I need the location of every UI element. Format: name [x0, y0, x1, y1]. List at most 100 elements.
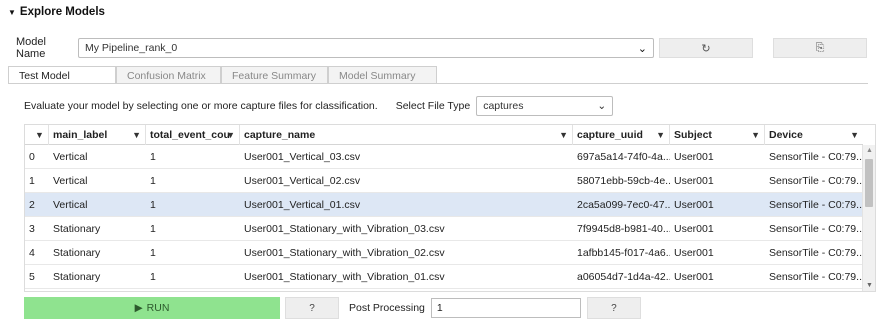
file-type-select[interactable]: captures ⌄ [476, 96, 614, 116]
table-row[interactable]: 2 Vertical 1 User001_Vertical_01.csv 2ca5a09… [25, 193, 863, 217]
cell-subject: User001 [674, 271, 714, 283]
model-row: Model Name My Pipeline_rank_0 ⌄ ↻ ⎘ [8, 36, 868, 60]
cell-total-event-count: 1 [150, 199, 156, 211]
cell-index: 4 [29, 247, 35, 259]
cell-total-event-count: 1 [150, 271, 156, 283]
cell-device: SensorTile - C0:79... [769, 151, 863, 163]
capture-grid: ▼ main_label ▼ total_event_count ▼ captu… [24, 124, 876, 292]
cell-total-event-count: 1 [150, 247, 156, 259]
cell-capture-name: User001_Stationary_with_Vibration_01.csv [244, 271, 445, 283]
col-header-device[interactable]: Device ▼ [765, 125, 863, 145]
vertical-scrollbar[interactable]: ▲ ▼ [862, 145, 875, 291]
cell-main-label: Stationary [53, 271, 101, 283]
scroll-up-icon[interactable]: ▲ [866, 147, 873, 154]
help-button[interactable]: ? [285, 297, 339, 319]
cell-index: 2 [29, 199, 35, 211]
filter-icon[interactable]: ▼ [656, 130, 665, 140]
table-row[interactable]: 5 Stationary 1 User001_Stationary_with_Vibr… [25, 265, 863, 289]
run-label: RUN [146, 302, 170, 314]
cell-device: SensorTile - C0:79... [769, 199, 863, 211]
col-header-main-label[interactable]: main_label ▼ [49, 125, 146, 145]
cell-main-label: Vertical [53, 151, 88, 163]
table-row[interactable]: 0 Vertical 1 User001_Vertical_03.csv 697a5a1… [25, 145, 863, 169]
cell-index: 5 [29, 271, 35, 283]
filter-icon[interactable]: ▼ [132, 130, 141, 140]
cell-main-label: Stationary [53, 247, 101, 259]
col-header-capture-uuid[interactable]: capture_uuid ▼ [573, 125, 670, 145]
play-icon: ▶ [134, 302, 143, 314]
table-row[interactable]: 4 Stationary 1 User001_Stationary_with_Vibr… [25, 241, 863, 265]
file-type-label: Select File Type [395, 100, 471, 112]
cell-total-event-count: 1 [150, 175, 156, 187]
post-processing-input[interactable]: 1 [430, 298, 581, 318]
chevron-down-icon: ⌄ [637, 42, 647, 55]
section-title: Explore Models [19, 6, 105, 18]
copy-button[interactable]: ⎘ [773, 38, 867, 58]
action-row: ▶ RUN ? Post Processing 1 ? [24, 297, 641, 319]
col-header-total-event-count[interactable]: total_event_count ▼ [146, 125, 240, 145]
col-header-subject[interactable]: Subject ▼ [670, 125, 765, 145]
collapse-triangle-icon[interactable]: ▼ [8, 8, 16, 17]
tab-test-model[interactable]: Test Model [8, 66, 116, 84]
cell-capture-uuid: 697a5a14-74f0-4a... [577, 151, 670, 163]
scroll-thumb[interactable] [865, 159, 873, 207]
tab-model-summary[interactable]: Model Summary [328, 66, 437, 84]
cell-main-label: Vertical [53, 199, 88, 211]
table-row[interactable]: 3 Stationary 1 User001_Stationary_with_Vibr… [25, 217, 863, 241]
cell-capture-name: User001_Vertical_03.csv [244, 151, 361, 163]
filter-icon[interactable]: ▼ [35, 130, 44, 140]
tab-confusion-matrix[interactable]: Confusion Matrix [116, 66, 221, 84]
filter-icon[interactable]: ▼ [226, 130, 235, 140]
cell-capture-name: User001_Vertical_01.csv [244, 199, 361, 211]
section-header[interactable]: ▼ Explore Models [8, 6, 105, 18]
evaluate-row: Evaluate your model by selecting one or … [24, 95, 614, 117]
chevron-down-icon: ⌄ [597, 100, 607, 112]
cell-capture-name: User001_Vertical_02.csv [244, 175, 361, 187]
cell-capture-name: User001_Stationary_with_Vibration_03.csv [244, 223, 445, 235]
post-processing-help-button[interactable]: ? [586, 297, 641, 319]
cell-capture-uuid: 2ca5a099-7ec0-47... [577, 199, 670, 211]
filter-icon[interactable]: ▼ [850, 130, 859, 140]
filter-icon[interactable]: ▼ [559, 130, 568, 140]
cell-main-label: Stationary [53, 223, 101, 235]
tab-divider [8, 83, 868, 84]
cell-capture-uuid: 1afbb145-f017-4a6... [577, 247, 670, 259]
table-row[interactable]: 1 Vertical 1 User001_Vertical_02.csv 58071eb… [25, 169, 863, 193]
tab-bar: Test Model Confusion Matrix Feature Summ… [8, 66, 437, 84]
grid-header: ▼ main_label ▼ total_event_count ▼ captu… [25, 125, 863, 145]
col-header-index[interactable]: ▼ [25, 125, 49, 145]
model-name-label: Model Name [16, 36, 46, 60]
cell-device: SensorTile - C0:79... [769, 223, 863, 235]
tab-feature-summary[interactable]: Feature Summary [221, 66, 328, 84]
cell-capture-uuid: a06054d7-1d4a-42... [577, 271, 670, 283]
cell-total-event-count: 1 [150, 223, 156, 235]
cell-index: 3 [29, 223, 35, 235]
model-name-select[interactable]: My Pipeline_rank_0 ⌄ [78, 38, 654, 58]
refresh-button[interactable]: ↻ [659, 38, 753, 58]
cell-capture-uuid: 7f9945d8-b981-40... [577, 223, 670, 235]
cell-device: SensorTile - C0:79... [769, 247, 863, 259]
copy-icon: ⎘ [815, 41, 825, 54]
refresh-icon: ↻ [701, 42, 711, 55]
cell-index: 1 [29, 175, 35, 187]
cell-main-label: Vertical [53, 175, 88, 187]
cell-capture-uuid: 58071ebb-59cb-4e... [577, 175, 670, 187]
cell-capture-name: User001_Stationary_with_Vibration_02.csv [244, 247, 445, 259]
cell-subject: User001 [674, 175, 714, 187]
cell-device: SensorTile - C0:79... [769, 175, 863, 187]
file-type-value: captures [483, 100, 524, 112]
filter-icon[interactable]: ▼ [751, 130, 760, 140]
post-processing-label: Post Processing [349, 302, 425, 314]
cell-subject: User001 [674, 199, 714, 211]
cell-subject: User001 [674, 247, 714, 259]
cell-device: SensorTile - C0:79... [769, 271, 863, 283]
evaluate-instructions: Evaluate your model by selecting one or … [24, 100, 378, 112]
model-name-value: My Pipeline_rank_0 [85, 42, 178, 54]
cell-subject: User001 [674, 151, 714, 163]
cell-total-event-count: 1 [150, 151, 156, 163]
cell-subject: User001 [674, 223, 714, 235]
col-header-capture-name[interactable]: capture_name ▼ [240, 125, 573, 145]
run-button[interactable]: ▶ RUN [24, 297, 280, 319]
cell-index: 0 [29, 151, 35, 163]
scroll-down-icon[interactable]: ▼ [866, 282, 873, 289]
